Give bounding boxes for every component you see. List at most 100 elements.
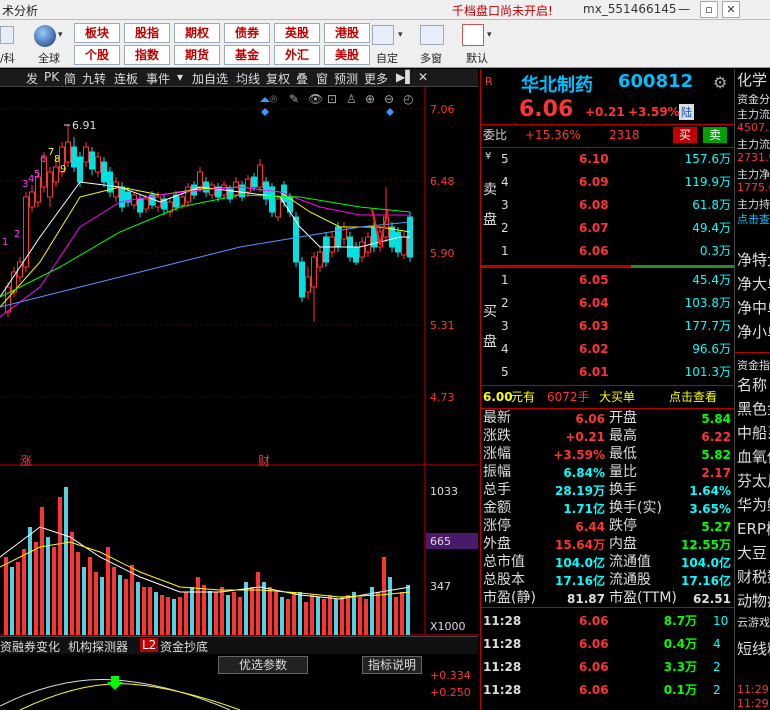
bid-price[interactable]: 6.05 (579, 270, 609, 290)
level2-notice[interactable]: 千档盘口尚未开启! (452, 2, 553, 19)
tab-add-watchlist[interactable]: 加自选 (192, 70, 228, 87)
candle-body (401, 236, 407, 256)
nav-futures-button[interactable]: 期货 (174, 45, 220, 65)
sell-button[interactable]: 卖 (703, 127, 727, 143)
tab-overlay[interactable]: 叠 (296, 70, 308, 87)
sector-list-item[interactable]: 动物疫 (737, 590, 770, 611)
volume-bar (172, 599, 176, 635)
tab-pk[interactable]: PK (44, 70, 59, 84)
tab-moving-average[interactable]: 均线 (236, 70, 260, 87)
chevron-down-icon[interactable]: ▾ (487, 30, 492, 40)
multi-window-label[interactable]: 多窗 (420, 50, 442, 66)
tab-limit-up[interactable]: 连板 (114, 70, 138, 87)
sector-list-item[interactable]: 云游戏 (737, 614, 770, 630)
gear-icon[interactable]: ⚙ (713, 73, 727, 92)
tab-more[interactable]: 更多 (364, 70, 388, 87)
nav-stock-index-button[interactable]: 股指 (124, 23, 170, 43)
bid-volume: 96.6万 (692, 342, 731, 356)
tab-institution-detector[interactable]: 机构探测器 (68, 638, 128, 655)
tab-window[interactable]: 窗 (316, 70, 328, 87)
chart-tool-icon: ✎ (289, 92, 299, 106)
nav-uk-stocks-button[interactable]: 英股 (274, 23, 320, 43)
bid-price[interactable]: 6.03 (579, 316, 609, 336)
default-label[interactable]: 默认 (466, 50, 488, 66)
nav-sector-button[interactable]: 板块 (74, 23, 120, 43)
expand-panel-icon[interactable]: ▶▌ (396, 70, 414, 84)
home-icon[interactable] (462, 24, 484, 46)
kline-chart[interactable]: ⌾ ✎ 👁 ⊡ ♙ ⊕ ⊖ ◴ 7.06 6.48 5.90 5.31 4.73 1033 665 347 X1… (0, 87, 478, 654)
candle-body (113, 181, 119, 198)
bid-price[interactable]: 6.01 (579, 362, 609, 382)
stat-value: 17.16亿 (555, 574, 605, 588)
candle-body (245, 178, 251, 193)
volume-bar (256, 572, 260, 635)
tab-margin-trading[interactable]: 资融券变化 (0, 638, 60, 655)
close-icon[interactable]: ✕ (418, 70, 428, 84)
candle-body (311, 256, 317, 288)
sector-list-item[interactable]: 芬太尼 (737, 470, 770, 491)
nav-individual-stock-button[interactable]: 个股 (74, 45, 120, 65)
nav-forex-button[interactable]: 外汇 (274, 45, 320, 65)
buy-button[interactable]: 买 (673, 127, 697, 143)
candle-body (359, 241, 365, 258)
stat-value: 2.17 (701, 466, 731, 480)
nav-index-button[interactable]: 指数 (124, 45, 170, 65)
chart-icon[interactable] (0, 26, 14, 44)
nav-hk-stocks-button[interactable]: 港股 (324, 23, 370, 43)
tab-fund-bottom[interactable]: 资金抄底 (160, 638, 208, 655)
kline-chart-area[interactable]: ⌾ ✎ 👁 ⊡ ♙ ⊕ ⊖ ◴ 7.06 6.48 5.90 5.31 4.73 1033 665 347 X1… (0, 87, 478, 654)
chevron-down-icon[interactable]: ▾ (398, 30, 403, 40)
sector-list-item[interactable]: 名称 (737, 374, 767, 395)
tab-adjust[interactable]: 复权 (266, 70, 290, 87)
stat-label: 内盘 (609, 536, 637, 552)
chart-tool-icon: 👁 (308, 92, 323, 106)
sector-list-item[interactable]: 黑色金 (737, 398, 770, 419)
close-icon[interactable]: ✕ (722, 1, 740, 18)
sector-list-item[interactable]: 中船系 (737, 422, 770, 443)
multi-window-icon[interactable] (420, 25, 444, 45)
ask-level: 5 (501, 152, 509, 166)
nav-bonds-button[interactable]: 债券 (224, 23, 270, 43)
bid-price[interactable]: 6.02 (579, 339, 609, 359)
stat-label: 总股本 (483, 572, 525, 588)
ask-volume: 157.6万 (684, 152, 731, 166)
sector-list-item[interactable]: 血氧仪 (737, 446, 770, 467)
global-label[interactable]: 全球 (38, 50, 60, 66)
ask-price[interactable]: 6.09 (579, 172, 609, 192)
tab-events[interactable]: 事件 (146, 70, 170, 87)
ask-price[interactable]: 6.07 (579, 218, 609, 238)
edit-chart-icon[interactable] (372, 25, 394, 45)
sector-list-item[interactable]: 大豆 (737, 542, 767, 563)
sector-list-item[interactable]: 短线精 (737, 638, 770, 659)
nav-us-stocks-button[interactable]: 美股 (324, 45, 370, 65)
stock-code: 600812 (618, 71, 694, 92)
tab-simple[interactable]: 简 (64, 70, 76, 87)
view-big-order-link[interactable]: 点击查看 (669, 387, 717, 407)
tab-nine-turn[interactable]: 九转 (82, 70, 106, 87)
candle-body (233, 181, 239, 196)
user-id[interactable]: mx_551466145 (583, 2, 677, 16)
restore-icon[interactable]: ▫ (700, 1, 718, 18)
ask-price[interactable]: 6.08 (579, 195, 609, 215)
ask-price[interactable]: 6.10 (579, 149, 609, 169)
custom-label[interactable]: 自定 (376, 50, 398, 66)
sector-list-item[interactable]: 华为鲸 (737, 494, 770, 515)
ask-price[interactable]: 6.06 (579, 241, 609, 261)
capital-panel-title: 化学 (737, 71, 768, 89)
tab-forecast[interactable]: 预测 (334, 70, 358, 87)
volume-bar (364, 599, 368, 635)
tab-fa[interactable]: 发 (26, 70, 38, 87)
stat-label: 总手 (483, 482, 511, 498)
stat-label: 涨跌 (483, 428, 511, 444)
nav-funds-button[interactable]: 基金 (224, 45, 270, 65)
stat-value: 1.71亿 (563, 502, 605, 516)
chevron-down-icon[interactable]: ▾ (58, 30, 63, 40)
minimize-icon[interactable]: — (676, 2, 692, 18)
indicator-panel[interactable]: 优选参数 指标说明 +0.334 +0.250 (0, 656, 478, 710)
bid-price[interactable]: 6.04 (579, 293, 609, 313)
sector-list-item[interactable]: ERP概 (737, 518, 770, 539)
sector-list-item[interactable]: 财税数 (737, 566, 770, 587)
chevron-down-icon[interactable]: ▾ (177, 70, 183, 84)
globe-icon[interactable] (34, 25, 56, 47)
nav-options-button[interactable]: 期权 (174, 23, 220, 43)
